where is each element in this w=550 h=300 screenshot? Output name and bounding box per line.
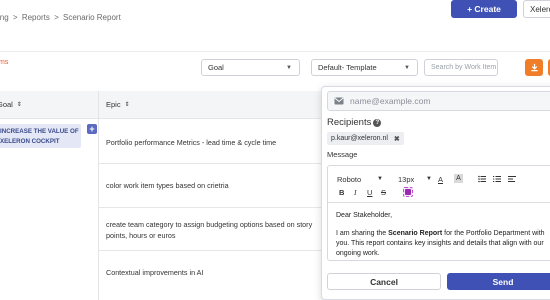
message-greeting: Dear Stakeholder, xyxy=(336,212,393,219)
remove-recipient-icon[interactable]: ✖ xyxy=(394,135,400,143)
column-header-epic[interactable]: Epic ⇕ xyxy=(106,100,130,109)
add-goal-button[interactable]: + xyxy=(87,124,97,134)
table-row[interactable]: Contextual improvements in AI xyxy=(106,267,320,278)
chevron-down-icon: ▼ xyxy=(404,65,410,71)
recipient-chip: p.kaur@xeleron.nl ✖ xyxy=(327,132,404,145)
send-button[interactable]: Send xyxy=(447,273,550,290)
template-select[interactable]: Default- Template ▼ xyxy=(311,59,418,76)
row-divider xyxy=(98,250,323,251)
chevron-down-icon: ▼ xyxy=(426,176,432,182)
template-select-value: Default- Template xyxy=(318,63,377,72)
editor-toolbar-divider xyxy=(328,202,550,203)
table-row[interactable]: Portfolio performance Metrics - lead tim… xyxy=(106,137,320,148)
message-label: Message xyxy=(327,150,358,159)
create-button-label: + Create xyxy=(467,4,501,14)
breadcrumb-separator: > xyxy=(54,13,59,22)
table-row[interactable]: color work item types based on crietria xyxy=(106,180,320,191)
mail-icon xyxy=(334,97,344,105)
column-divider xyxy=(98,91,99,300)
font-size-select[interactable]: 13px xyxy=(398,175,414,184)
create-button[interactable]: + Create xyxy=(451,0,517,18)
underline-button[interactable]: U xyxy=(367,188,372,197)
section-label: ms xyxy=(0,59,9,66)
breadcrumb-item[interactable]: Reports xyxy=(22,13,50,22)
table-row[interactable]: create team category to assign budgeting… xyxy=(106,219,320,241)
column-header-label: Epic xyxy=(106,100,121,109)
row-divider xyxy=(98,207,323,208)
text-color-icon[interactable]: A xyxy=(438,175,443,184)
bold-button[interactable]: B xyxy=(339,188,344,197)
background-color-icon[interactable]: A xyxy=(454,174,463,183)
chevron-down-icon: ▼ xyxy=(286,65,292,71)
sort-icon: ⇕ xyxy=(16,102,22,108)
row-divider xyxy=(98,163,323,164)
help-icon[interactable]: ? xyxy=(373,118,382,127)
header-divider xyxy=(0,51,550,52)
breadcrumb-separator: > xyxy=(12,13,18,22)
recipients-label: Recipients ? xyxy=(327,117,382,128)
sort-icon: ⇕ xyxy=(124,102,130,108)
goal-select-value: Goal xyxy=(208,63,224,72)
cancel-button[interactable]: Cancel xyxy=(327,273,441,290)
breadcrumb-item[interactable]: ing xyxy=(0,13,9,22)
clear-format-icon-inner xyxy=(405,189,411,195)
strikethrough-button[interactable]: S xyxy=(381,188,386,197)
italic-button[interactable]: I xyxy=(354,188,357,197)
column-header-goal[interactable]: Goal ⇕ xyxy=(0,100,22,109)
numbered-list-icon[interactable] xyxy=(493,175,501,183)
recipient-email: p.kaur@xeleron.nl xyxy=(331,135,388,142)
breadcrumb-current: Scenario Report xyxy=(62,13,121,22)
download-button[interactable] xyxy=(525,59,543,76)
email-field[interactable]: name@example.com xyxy=(327,91,550,111)
report-name: Scenario Report xyxy=(388,230,443,237)
goal-select[interactable]: Goal ▼ xyxy=(201,59,300,76)
bullet-list-icon[interactable] xyxy=(478,175,486,183)
align-left-icon[interactable] xyxy=(508,175,516,183)
download-icon xyxy=(530,63,538,72)
message-body-prefix: I am sharing the xyxy=(336,230,389,237)
column-header-label: Goal xyxy=(0,100,13,109)
breadcrumb: ing > Reports > Scenario Report xyxy=(0,13,121,22)
workspace-button[interactable]: Xeleron xyxy=(523,0,550,18)
email-field-placeholder: name@example.com xyxy=(350,96,431,106)
chevron-down-icon: ▼ xyxy=(377,176,383,182)
message-body: I am sharing the Scenario Report for the… xyxy=(336,229,550,259)
recipients-label-text: Recipients xyxy=(327,117,372,128)
search-input[interactable]: Search by Work Item xyxy=(424,59,498,76)
font-family-select[interactable]: Roboto xyxy=(337,175,361,184)
goal-chip[interactable]: INCREASE THE VALUE OF XELERON COCKPIT xyxy=(0,124,81,148)
